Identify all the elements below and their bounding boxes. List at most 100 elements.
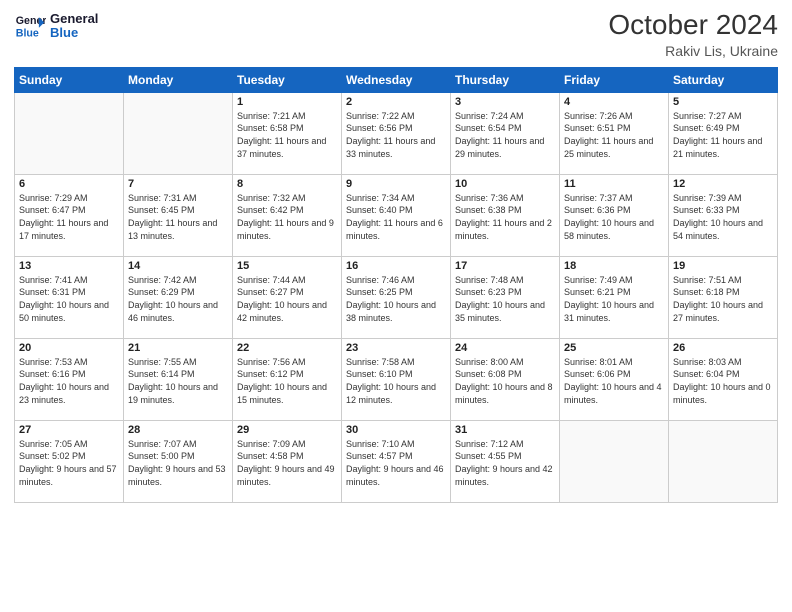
calendar-cell: 5 Sunrise: 7:27 AMSunset: 6:49 PMDaylight…: [669, 92, 778, 174]
calendar-cell: 1 Sunrise: 7:21 AMSunset: 6:58 PMDaylight…: [233, 92, 342, 174]
calendar-cell: 12Sunrise: 7:39 AMSunset: 6:33 PMDayligh…: [669, 174, 778, 256]
day-info: Sunrise: 7:22 AMSunset: 6:56 PMDaylight:…: [346, 110, 446, 160]
day-info: Sunrise: 7:44 AMSunset: 6:27 PMDaylight:…: [237, 274, 337, 324]
day-info: Sunrise: 7:26 AMSunset: 6:51 PMDaylight:…: [564, 110, 664, 160]
day-info: Sunrise: 7:32 AMSunset: 6:42 PMDaylight:…: [237, 192, 337, 242]
day-number: 4: [564, 96, 664, 108]
calendar-cell: 28 Sunrise: 7:07 AMSunset: 5:00 PMDayligh…: [124, 420, 233, 502]
header: General Blue General Blue October 2024 R…: [14, 10, 778, 59]
calendar-cell: 29 Sunrise: 7:09 AMSunset: 4:58 PMDayligh…: [233, 420, 342, 502]
day-info: Sunrise: 7:31 AMSunset: 6:45 PMDaylight:…: [128, 192, 228, 242]
calendar-cell: 6Sunrise: 7:29 AMSunset: 6:47 PMDaylight…: [15, 174, 124, 256]
weekday-thursday: Thursday: [451, 67, 560, 92]
svg-text:Blue: Blue: [16, 28, 39, 40]
calendar-cell: 30Sunrise: 7:10 AMSunset: 4:57 PMDayligh…: [342, 420, 451, 502]
day-number: 28: [128, 424, 228, 436]
calendar-cell: 2Sunrise: 7:22 AMSunset: 6:56 PMDaylight…: [342, 92, 451, 174]
location: Rakiv Lis, Ukraine: [608, 43, 778, 59]
logo-general: General: [50, 12, 98, 26]
day-number: 17: [455, 260, 555, 272]
day-info: Sunrise: 7:12 AMSunset: 4:55 PMDaylight:…: [455, 438, 555, 488]
day-number: 6: [19, 178, 119, 190]
day-info: Sunrise: 8:01 AMSunset: 6:06 PMDaylight:…: [564, 356, 664, 406]
day-number: 23: [346, 342, 446, 354]
day-info: Sunrise: 7:53 AMSunset: 6:16 PMDaylight:…: [19, 356, 119, 406]
weekday-saturday: Saturday: [669, 67, 778, 92]
calendar-cell: 16Sunrise: 7:46 AMSunset: 6:25 PMDayligh…: [342, 256, 451, 338]
day-number: 30: [346, 424, 446, 436]
weekday-header-row: SundayMondayTuesdayWednesdayThursdayFrid…: [15, 67, 778, 92]
calendar-cell: 31 Sunrise: 7:12 AMSunset: 4:55 PMDayligh…: [451, 420, 560, 502]
day-number: 29: [237, 424, 337, 436]
calendar-cell: 10 Sunrise: 7:36 AMSunset: 6:38 PMDayligh…: [451, 174, 560, 256]
calendar-cell: 22 Sunrise: 7:56 AMSunset: 6:12 PMDayligh…: [233, 338, 342, 420]
calendar-cell: 8 Sunrise: 7:32 AMSunset: 6:42 PMDaylight…: [233, 174, 342, 256]
day-info: Sunrise: 8:03 AMSunset: 6:04 PMDaylight:…: [673, 356, 773, 406]
weekday-friday: Friday: [560, 67, 669, 92]
day-info: Sunrise: 7:42 AMSunset: 6:29 PMDaylight:…: [128, 274, 228, 324]
day-number: 13: [19, 260, 119, 272]
day-number: 22: [237, 342, 337, 354]
day-number: 15: [237, 260, 337, 272]
calendar-cell: [124, 92, 233, 174]
day-info: Sunrise: 7:27 AMSunset: 6:49 PMDaylight:…: [673, 110, 773, 160]
calendar-cell: [669, 420, 778, 502]
day-number: 1: [237, 96, 337, 108]
calendar-cell: [560, 420, 669, 502]
calendar-cell: 27 Sunrise: 7:05 AMSunset: 5:02 PMDayligh…: [15, 420, 124, 502]
calendar-cell: 19Sunrise: 7:51 AMSunset: 6:18 PMDayligh…: [669, 256, 778, 338]
day-number: 31: [455, 424, 555, 436]
calendar-cell: 14 Sunrise: 7:42 AMSunset: 6:29 PMDayligh…: [124, 256, 233, 338]
weekday-tuesday: Tuesday: [233, 67, 342, 92]
logo-icon: General Blue: [14, 10, 46, 42]
day-number: 26: [673, 342, 773, 354]
day-info: Sunrise: 8:00 AMSunset: 6:08 PMDaylight:…: [455, 356, 555, 406]
day-info: Sunrise: 7:49 AMSunset: 6:21 PMDaylight:…: [564, 274, 664, 324]
calendar-cell: 24 Sunrise: 8:00 AMSunset: 6:08 PMDayligh…: [451, 338, 560, 420]
calendar-table: SundayMondayTuesdayWednesdayThursdayFrid…: [14, 67, 778, 503]
day-info: Sunrise: 7:21 AMSunset: 6:58 PMDaylight:…: [237, 110, 337, 160]
calendar-cell: 23Sunrise: 7:58 AMSunset: 6:10 PMDayligh…: [342, 338, 451, 420]
day-number: 7: [128, 178, 228, 190]
logo-blue: Blue: [50, 26, 98, 40]
day-number: 27: [19, 424, 119, 436]
day-info: Sunrise: 7:51 AMSunset: 6:18 PMDaylight:…: [673, 274, 773, 324]
day-info: Sunrise: 7:41 AMSunset: 6:31 PMDaylight:…: [19, 274, 119, 324]
day-info: Sunrise: 7:56 AMSunset: 6:12 PMDaylight:…: [237, 356, 337, 406]
calendar-cell: 18 Sunrise: 7:49 AMSunset: 6:21 PMDayligh…: [560, 256, 669, 338]
calendar-cell: 26 Sunrise: 8:03 AMSunset: 6:04 PMDayligh…: [669, 338, 778, 420]
calendar-cell: 20 Sunrise: 7:53 AMSunset: 6:16 PMDayligh…: [15, 338, 124, 420]
calendar-cell: 17 Sunrise: 7:48 AMSunset: 6:23 PMDayligh…: [451, 256, 560, 338]
day-info: Sunrise: 7:07 AMSunset: 5:00 PMDaylight:…: [128, 438, 228, 488]
day-number: 18: [564, 260, 664, 272]
day-info: Sunrise: 7:37 AMSunset: 6:36 PMDaylight:…: [564, 192, 664, 242]
day-number: 8: [237, 178, 337, 190]
week-row-5: 27 Sunrise: 7:05 AMSunset: 5:02 PMDayligh…: [15, 420, 778, 502]
week-row-1: 1 Sunrise: 7:21 AMSunset: 6:58 PMDaylight…: [15, 92, 778, 174]
day-info: Sunrise: 7:05 AMSunset: 5:02 PMDaylight:…: [19, 438, 119, 488]
day-info: Sunrise: 7:48 AMSunset: 6:23 PMDaylight:…: [455, 274, 555, 324]
page: General Blue General Blue October 2024 R…: [0, 0, 792, 612]
calendar-cell: 21Sunrise: 7:55 AMSunset: 6:14 PMDayligh…: [124, 338, 233, 420]
day-number: 20: [19, 342, 119, 354]
day-info: Sunrise: 7:24 AMSunset: 6:54 PMDaylight:…: [455, 110, 555, 160]
calendar-cell: 7 Sunrise: 7:31 AMSunset: 6:45 PMDaylight…: [124, 174, 233, 256]
week-row-2: 6Sunrise: 7:29 AMSunset: 6:47 PMDaylight…: [15, 174, 778, 256]
weekday-wednesday: Wednesday: [342, 67, 451, 92]
day-number: 11: [564, 178, 664, 190]
day-info: Sunrise: 7:09 AMSunset: 4:58 PMDaylight:…: [237, 438, 337, 488]
calendar-cell: 15 Sunrise: 7:44 AMSunset: 6:27 PMDayligh…: [233, 256, 342, 338]
day-number: 14: [128, 260, 228, 272]
weekday-sunday: Sunday: [15, 67, 124, 92]
week-row-4: 20 Sunrise: 7:53 AMSunset: 6:16 PMDayligh…: [15, 338, 778, 420]
calendar-cell: [15, 92, 124, 174]
day-number: 9: [346, 178, 446, 190]
day-info: Sunrise: 7:36 AMSunset: 6:38 PMDaylight:…: [455, 192, 555, 242]
day-number: 24: [455, 342, 555, 354]
day-number: 10: [455, 178, 555, 190]
day-number: 5: [673, 96, 773, 108]
weekday-monday: Monday: [124, 67, 233, 92]
day-info: Sunrise: 7:46 AMSunset: 6:25 PMDaylight:…: [346, 274, 446, 324]
logo: General Blue General Blue: [14, 10, 98, 42]
calendar-cell: 25Sunrise: 8:01 AMSunset: 6:06 PMDayligh…: [560, 338, 669, 420]
